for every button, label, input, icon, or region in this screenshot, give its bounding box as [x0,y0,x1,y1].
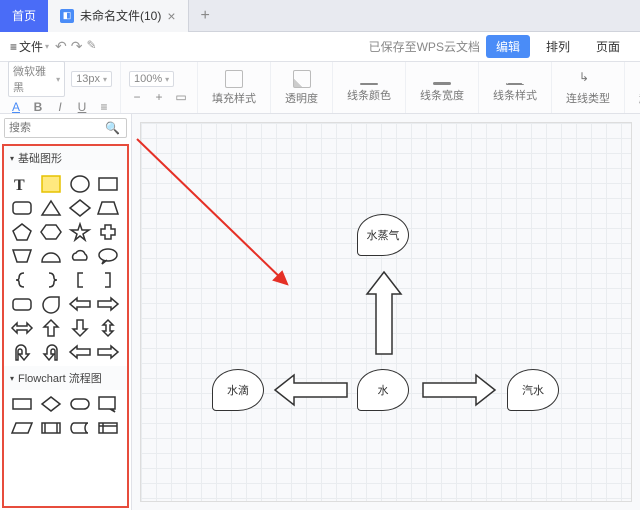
align-icon[interactable]: ≡ [96,100,112,114]
bold-icon[interactable]: B [30,100,46,114]
bracket-left-shape[interactable] [68,270,92,290]
arrow-right[interactable] [420,372,498,411]
diamond-shape[interactable] [68,198,92,218]
hexagon-shape[interactable] [39,222,63,242]
arrow-up[interactable] [364,269,404,362]
italic-icon[interactable]: I [52,100,68,114]
terminator-shape[interactable] [68,394,92,414]
star-shape[interactable] [68,222,92,242]
arrow-lr-shape[interactable] [10,318,34,338]
chevron-down-icon: ▾ [10,154,14,163]
shape-sidebar: 🔍 ▾基础图形 T [0,114,132,510]
line-style-button[interactable]: 线条样式 [487,73,543,103]
tab-bar: 首页 ◧ 未命名文件(10) × + [0,0,640,32]
size-select[interactable]: 13px▾ [71,71,112,87]
node-soda[interactable]: 汽水 [507,369,559,411]
flowchart-grid [4,390,127,442]
tab-file[interactable]: ◧ 未命名文件(10) × [48,0,189,32]
trap2-shape[interactable] [10,246,34,266]
predefined-shape[interactable] [39,418,63,438]
zoom-select[interactable]: 100%▾ [129,71,174,87]
format-toolbar: 微软雅黑▾ 13px▾ A B I U ≡ 100%▾ −+ ▭ 填充样式 透明度… [0,62,640,114]
pentagon-shape[interactable] [10,222,34,242]
zoom-in-icon[interactable]: + [151,90,167,104]
note-shape[interactable] [39,174,63,194]
zoom-out-icon[interactable]: − [129,90,145,104]
text-shape[interactable]: T [10,174,34,194]
trapezoid-shape[interactable] [96,198,120,218]
arrow-u-shape[interactable] [39,318,63,338]
internal-storage-shape[interactable] [96,418,120,438]
mode-arrange[interactable]: 排列 [536,35,580,58]
undo-redo: ↶ ↷ ✎ [55,38,97,55]
section-flowchart[interactable]: ▾Flowchart 流程图 [4,366,127,390]
basic-shapes-grid: T [4,170,127,366]
shape-search: 🔍 [4,118,127,138]
brace-right-shape[interactable] [39,270,63,290]
underline-icon[interactable]: U [74,100,90,114]
arrow-outline-r[interactable] [96,342,120,362]
svg-text:T: T [14,177,25,194]
connector-type-button[interactable]: ↳连线类型 [560,70,616,106]
node-water[interactable]: 水 [357,369,409,411]
annotation-red-arrow [132,134,302,294]
font-select[interactable]: 微软雅黑▾ [8,61,65,97]
font-color-icon[interactable]: A [8,100,24,114]
uturn-l-shape[interactable] [10,342,34,362]
annotation-shape[interactable] [96,394,120,414]
close-icon[interactable]: × [167,8,175,24]
main-area: 🔍 ▾基础图形 T [0,114,640,510]
decision-shape[interactable] [39,394,63,414]
canvas[interactable]: 水蒸气 水滴 水 汽水 [132,114,640,510]
line-color-button[interactable]: 线条颜色 [341,73,397,103]
search-input[interactable] [5,119,99,137]
data-shape[interactable] [10,418,34,438]
arrow-ud-shape[interactable] [96,318,120,338]
tab-home[interactable]: 首页 [0,0,48,32]
node-steam[interactable]: 水蒸气 [357,214,409,256]
tab-file-label: 未命名文件(10) [80,7,161,24]
mode-page[interactable]: 页面 [586,35,630,58]
menu-bar: ≡ 文件 ▾ ↶ ↷ ✎ 已保存至WPS云文档 编辑 排列 页面 [0,32,640,62]
new-tab-button[interactable]: + [189,0,222,32]
zoom-fit-icon[interactable]: ▭ [173,90,189,104]
arrow-outline-l[interactable] [68,342,92,362]
rect-shape[interactable] [96,174,120,194]
redo-icon[interactable]: ↷ [71,38,83,55]
bubble-shape[interactable] [96,246,120,266]
bracket-right-shape[interactable] [96,270,120,290]
arrow-d-shape[interactable] [68,318,92,338]
line-width-button[interactable]: 线条宽度 [414,72,470,103]
chevron-down-icon: ▾ [10,374,14,383]
start-point-button[interactable]: ◦—起点 [633,70,640,106]
brace-left-shape[interactable] [10,270,34,290]
fill-style-button[interactable]: 填充样式 [206,70,262,106]
shape-panel: ▾基础图形 T [2,144,129,508]
roundrect-shape[interactable] [10,198,34,218]
cloud-shape[interactable] [68,246,92,266]
arrow-l-shape[interactable] [68,294,92,314]
stored-data-shape[interactable] [68,418,92,438]
circle-shape[interactable] [68,174,92,194]
flowchart-file-icon: ◧ [60,9,74,23]
process-shape[interactable] [10,394,34,414]
semicircle-shape[interactable] [39,246,63,266]
uturn-r-shape[interactable] [39,342,63,362]
save-status: 已保存至WPS云文档 [369,38,480,55]
triangle-shape[interactable] [39,198,63,218]
search-icon[interactable]: 🔍 [99,119,126,137]
section-basic-shapes[interactable]: ▾基础图形 [4,146,127,170]
cross-shape[interactable] [96,222,120,242]
arrow-left[interactable] [272,372,350,411]
node-drop[interactable]: 水滴 [212,369,264,411]
brush-icon[interactable]: ✎ [87,38,97,55]
file-menu[interactable]: ≡ 文件 ▾ [10,38,49,55]
teardrop-shape[interactable] [39,294,63,314]
tab-shape[interactable] [10,294,34,314]
undo-icon[interactable]: ↶ [55,38,67,55]
arrow-r-shape[interactable] [96,294,120,314]
text-format: A B I U ≡ [8,100,112,114]
opacity-button[interactable]: 透明度 [279,70,324,106]
mode-edit[interactable]: 编辑 [486,35,530,58]
